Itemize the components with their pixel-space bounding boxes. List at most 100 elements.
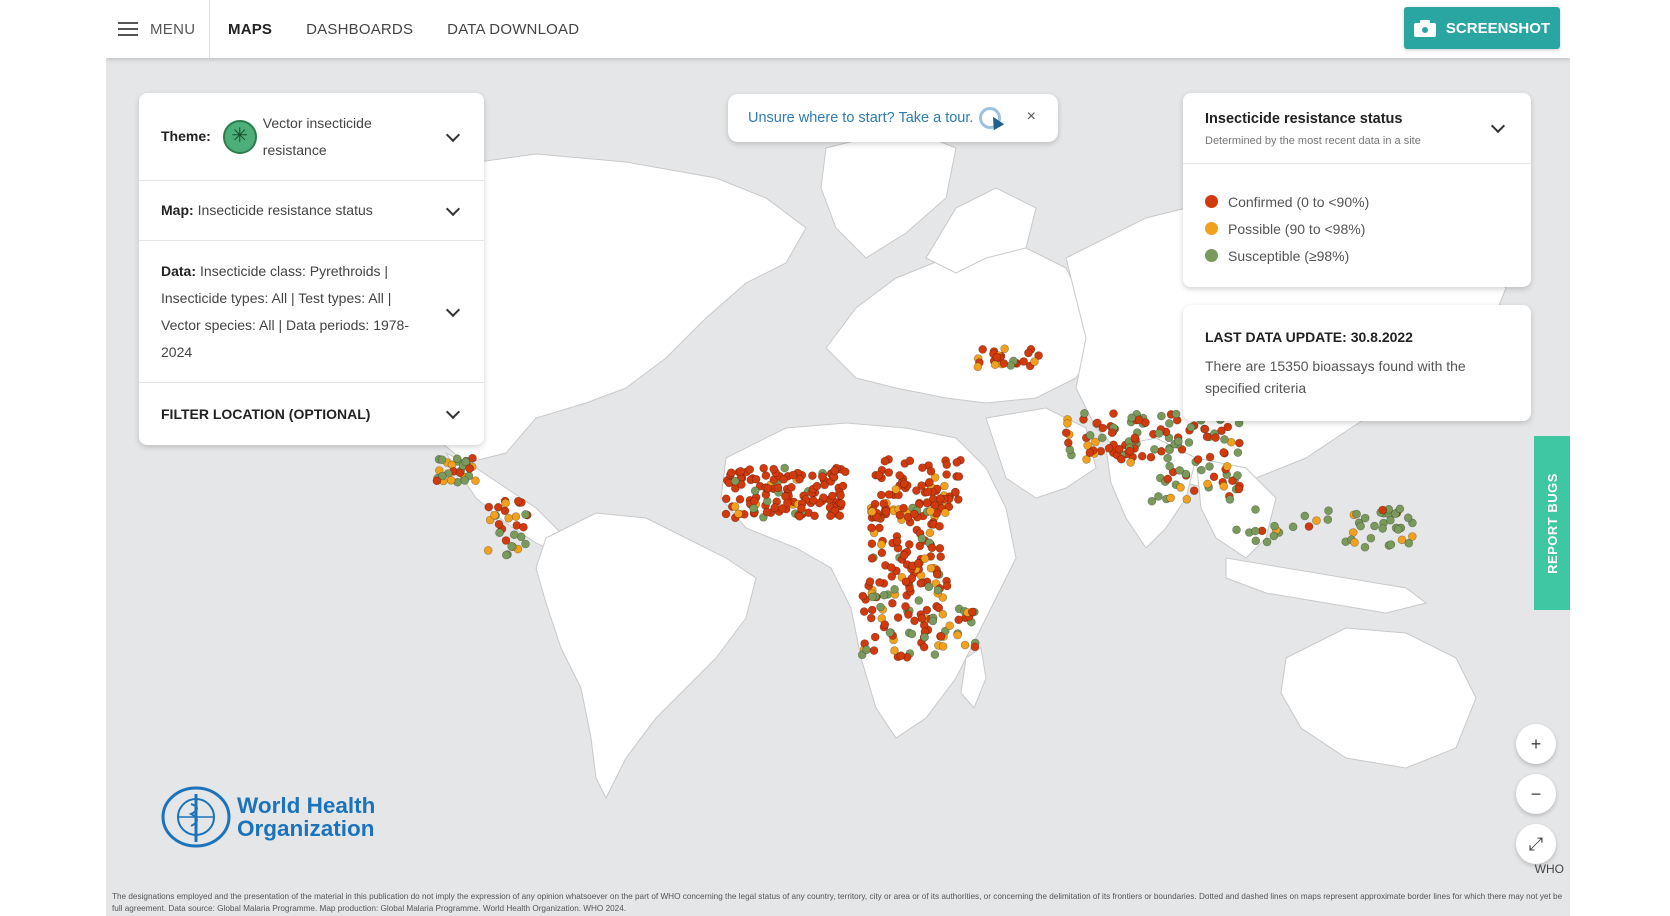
map-point[interactable] <box>925 477 934 487</box>
map-point[interactable] <box>942 460 952 470</box>
map-point[interactable] <box>1235 438 1244 448</box>
map-point[interactable] <box>926 466 936 476</box>
map-point[interactable] <box>999 359 1009 368</box>
map-point[interactable] <box>513 496 523 506</box>
map-point[interactable] <box>858 591 868 601</box>
chevron-down-icon[interactable] <box>445 201 461 216</box>
map-point[interactable] <box>935 494 945 503</box>
map-point[interactable] <box>952 458 962 467</box>
map-point[interactable] <box>867 523 876 533</box>
map-point[interactable] <box>826 511 835 521</box>
map-point[interactable] <box>1223 422 1233 432</box>
map-point[interactable] <box>1117 454 1126 464</box>
map-point[interactable] <box>924 582 934 592</box>
map-point[interactable] <box>890 584 899 594</box>
map-point[interactable] <box>1165 419 1174 428</box>
map-point[interactable] <box>730 476 740 486</box>
map-point[interactable] <box>1211 433 1220 442</box>
map-selector[interactable]: Map: Insecticide resistance status <box>139 181 484 241</box>
map-point[interactable] <box>501 498 510 508</box>
map-point[interactable] <box>726 468 736 478</box>
map-point[interactable] <box>919 642 929 652</box>
map-point[interactable] <box>932 569 942 579</box>
map-point[interactable] <box>1225 495 1235 504</box>
map-point[interactable] <box>922 498 932 508</box>
map-point[interactable] <box>901 602 910 611</box>
map-point[interactable] <box>899 479 909 489</box>
map-point[interactable] <box>1063 438 1073 448</box>
map-point[interactable] <box>500 506 510 516</box>
map-point[interactable] <box>880 456 890 466</box>
map-point[interactable] <box>1269 531 1279 541</box>
map-point[interactable] <box>1175 466 1184 475</box>
map-point[interactable] <box>484 502 494 512</box>
map-point[interactable] <box>1360 542 1370 552</box>
map-point[interactable] <box>736 466 745 476</box>
nav-data-download[interactable]: DATA DOWNLOAD <box>447 21 579 38</box>
map-point[interactable] <box>1386 515 1395 525</box>
map-point[interactable] <box>1312 516 1321 525</box>
map-point[interactable] <box>928 616 938 626</box>
map-point[interactable] <box>884 468 894 477</box>
map-point[interactable] <box>494 519 504 529</box>
map-point[interactable] <box>770 503 780 512</box>
map-point[interactable] <box>874 470 884 480</box>
map-point[interactable] <box>721 494 731 504</box>
map-point[interactable] <box>859 607 869 616</box>
zoom-in-button[interactable]: + <box>1516 724 1556 764</box>
map-point[interactable] <box>1061 428 1071 438</box>
nav-dashboards[interactable]: DASHBOARDS <box>306 21 413 38</box>
map-point[interactable] <box>1193 455 1203 464</box>
map-point[interactable] <box>933 585 943 595</box>
map-point[interactable] <box>734 509 743 519</box>
map-point[interactable] <box>1189 486 1199 496</box>
map-point[interactable] <box>1097 433 1107 443</box>
map-point[interactable] <box>899 550 909 560</box>
map-point[interactable] <box>1404 538 1414 548</box>
map-point[interactable] <box>521 539 530 549</box>
map-point[interactable] <box>1219 448 1228 457</box>
map-point[interactable] <box>1366 533 1376 543</box>
map-point[interactable] <box>1184 438 1194 447</box>
map-point[interactable] <box>750 486 760 496</box>
map-point[interactable] <box>1171 409 1181 419</box>
map-point[interactable] <box>762 507 772 517</box>
map-point[interactable] <box>1219 481 1229 491</box>
map-point[interactable] <box>1024 348 1033 358</box>
map-point[interactable] <box>521 510 530 519</box>
map-point[interactable] <box>460 476 470 485</box>
map-point[interactable] <box>446 475 456 485</box>
map-point[interactable] <box>1360 513 1370 523</box>
theme-selector[interactable]: Theme: ✳ Vector insecticide resistance <box>139 93 484 181</box>
map-point[interactable] <box>866 613 876 623</box>
map-point[interactable] <box>483 546 493 555</box>
map-point[interactable] <box>877 548 887 558</box>
map-point[interactable] <box>1251 505 1260 514</box>
map-point[interactable] <box>1304 522 1314 531</box>
map-point[interactable] <box>452 454 462 464</box>
map-point[interactable] <box>978 345 988 354</box>
map-point[interactable] <box>828 491 837 501</box>
map-point[interactable] <box>465 464 474 473</box>
nav-maps[interactable]: MAPS <box>228 21 272 38</box>
map-point[interactable] <box>890 646 899 655</box>
map-point[interactable] <box>918 463 927 473</box>
map-point[interactable] <box>1352 509 1361 519</box>
map-point[interactable] <box>877 540 886 549</box>
map-point[interactable] <box>1098 423 1108 433</box>
chevron-down-icon[interactable] <box>445 404 461 420</box>
map-point[interactable] <box>1182 494 1192 504</box>
map-point[interactable] <box>1350 538 1359 547</box>
map-point[interactable] <box>869 646 879 655</box>
map-point[interactable] <box>509 530 519 540</box>
map-point[interactable] <box>507 541 516 551</box>
map-point[interactable] <box>501 550 511 560</box>
map-point[interactable] <box>749 496 759 506</box>
map-point[interactable] <box>926 563 936 573</box>
map-point[interactable] <box>1000 344 1009 354</box>
map-point[interactable] <box>888 598 897 608</box>
map-point[interactable] <box>895 510 905 520</box>
map-point[interactable] <box>926 506 935 516</box>
map-point[interactable] <box>1222 462 1232 471</box>
map-point[interactable] <box>881 507 891 516</box>
